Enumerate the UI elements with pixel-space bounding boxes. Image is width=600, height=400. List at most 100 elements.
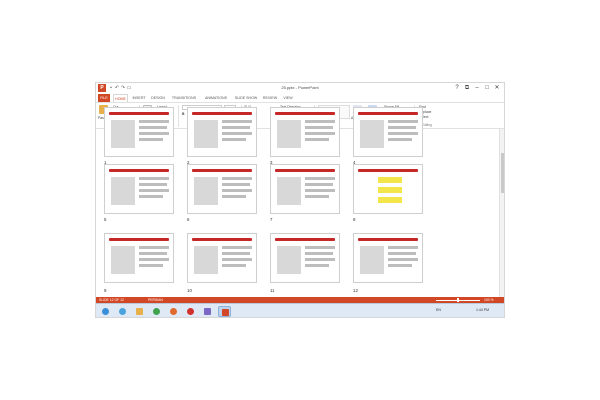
tab-view[interactable]: VIEW (281, 94, 295, 102)
ribbon-display-button[interactable]: ⧉ (462, 84, 472, 92)
clock: 1:44 PM (476, 308, 490, 312)
slide-content-block (139, 138, 163, 141)
slide-content-block (139, 132, 169, 135)
slide-thumbnail[interactable] (104, 164, 174, 214)
taskbar-opera[interactable] (184, 306, 197, 317)
tab-insert[interactable]: INSERT (131, 94, 147, 102)
taskbar-paint[interactable] (201, 306, 214, 317)
zoom-slider-knob[interactable] (457, 298, 459, 302)
slide-thumbnail[interactable] (270, 164, 340, 214)
start-button[interactable] (99, 306, 112, 317)
maximize-button[interactable]: □ (482, 84, 492, 92)
slide-content-block (305, 177, 335, 180)
opera-icon (187, 308, 194, 315)
tab-animations[interactable]: ANIMATIONS (202, 94, 230, 102)
slide-number: 6 (187, 217, 190, 222)
slide-number: 9 (104, 288, 107, 293)
windows-taskbar: EN 1:44 PM (96, 303, 504, 317)
windows-logo-icon (102, 308, 109, 315)
tab-design[interactable]: DESIGN (149, 94, 167, 102)
slide-content-block (277, 120, 301, 148)
taskbar-explorer[interactable] (116, 306, 129, 317)
powerpoint-window: P ▪ ↶ ↷ ▭ 25.pptx - PowerPoint ? ⧉ – □ ✕… (95, 82, 505, 318)
slide-content-block (139, 258, 169, 261)
ribbon-separator (178, 105, 179, 127)
slide-title-bar (275, 238, 335, 241)
slide-content-block (194, 246, 218, 274)
slide-content-block (305, 183, 333, 186)
slide-content-block (388, 252, 416, 255)
slide-thumbnail[interactable] (270, 233, 340, 283)
slide-content-block (139, 264, 163, 267)
window-title: 25.pptx - PowerPoint (281, 85, 319, 90)
tab-file[interactable]: FILE (98, 94, 110, 102)
powerpoint-icon (222, 309, 229, 316)
slide-content-block (111, 120, 135, 148)
slide-content-block (388, 258, 418, 261)
slide-content-block (277, 177, 301, 205)
slide-content-block (388, 246, 418, 249)
slide-number: 11 (270, 288, 275, 293)
slide-sorter: 1 2 3 4 5 6 7 8 9 10 11 12 (96, 107, 504, 297)
slide-content-block (388, 132, 418, 135)
slide-thumbnail[interactable] (353, 233, 423, 283)
tab-review[interactable]: REVIEW (261, 94, 279, 102)
slide-content-block (222, 246, 252, 249)
close-button[interactable]: ✕ (492, 84, 502, 92)
slide-title-bar (109, 238, 169, 241)
slide-content-block (378, 197, 402, 203)
slide-thumbnail[interactable] (187, 164, 257, 214)
slide-title-bar (358, 169, 418, 172)
slide-title-bar (275, 169, 335, 172)
slide-content-block (388, 120, 418, 123)
slide-content-block (139, 177, 169, 180)
slide-content-block (305, 264, 329, 267)
vertical-scrollbar[interactable] (499, 129, 504, 297)
bold-icon[interactable]: B (182, 112, 184, 116)
slide-content-block (139, 126, 167, 129)
taskbar-powerpoint[interactable] (218, 306, 231, 317)
slide-content-block (305, 252, 333, 255)
slide-thumbnail[interactable] (187, 233, 257, 283)
slide-content-block (222, 120, 252, 123)
scrollbar-thumb[interactable] (501, 153, 504, 193)
slide-number: 8 (353, 217, 356, 222)
minimize-button[interactable]: – (472, 84, 482, 92)
slide-content-block (388, 126, 416, 129)
slide-content-block (305, 258, 335, 261)
help-button[interactable]: ? (452, 84, 462, 92)
slide-content-block (388, 138, 412, 141)
paint-icon (204, 308, 211, 315)
slide-content-block (139, 195, 163, 198)
slide-number: 7 (270, 217, 273, 222)
slide-content-block (194, 120, 218, 148)
slide-content-block (222, 132, 252, 135)
slide-thumbnail[interactable] (104, 233, 174, 283)
slide-thumbnail[interactable] (187, 107, 257, 157)
slide-content-block (305, 189, 335, 192)
ribbon-tabs: FILE HOME INSERT DESIGN TRANSITIONS ANIM… (96, 93, 504, 108)
tab-transitions[interactable]: TRANSITIONS (169, 94, 199, 102)
slide-content-block (222, 252, 250, 255)
taskbar-folder[interactable] (133, 306, 146, 317)
slide-content-block (139, 120, 169, 123)
slide-thumbnail[interactable] (270, 107, 340, 157)
slide-content-block (360, 246, 384, 274)
slide-thumbnail[interactable] (104, 107, 174, 157)
slide-content-block (139, 246, 169, 249)
slide-content-block (222, 264, 246, 267)
taskbar-media[interactable] (167, 306, 180, 317)
slide-content-block (194, 177, 218, 205)
language-indicator[interactable]: EN (436, 308, 441, 312)
slide-title-bar (358, 112, 418, 115)
tab-home[interactable]: HOME (113, 94, 128, 102)
slide-title-bar (192, 112, 252, 115)
slide-title-bar (358, 238, 418, 241)
tab-slide-show[interactable]: SLIDE SHOW (233, 94, 259, 102)
slide-content-block (139, 183, 167, 186)
slide-content-block (305, 195, 329, 198)
slide-thumbnail[interactable] (353, 107, 423, 157)
slide-content-block (360, 120, 384, 148)
slide-thumbnail[interactable] (353, 164, 423, 214)
taskbar-chrome[interactable] (150, 306, 163, 317)
